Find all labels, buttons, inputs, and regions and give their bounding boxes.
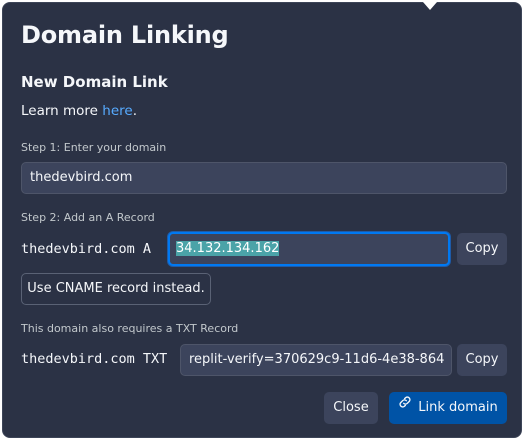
- learn-more-link[interactable]: here: [102, 103, 132, 119]
- domain-linking-dialog: Domain Linking New Domain Link Learn mor…: [2, 2, 522, 438]
- txt-record-name: thedevbird.com TXT: [21, 351, 168, 367]
- copy-a-record-button[interactable]: Copy: [457, 233, 507, 265]
- close-button[interactable]: Close: [324, 392, 378, 424]
- popover-caret: [423, 2, 437, 10]
- a-record-value-selection: 34.132.134.162: [176, 241, 280, 256]
- a-record-name: thedevbird.com A: [21, 241, 152, 257]
- copy-txt-record-button[interactable]: Copy: [457, 344, 507, 376]
- use-cname-button[interactable]: Use CNAME record instead.: [21, 273, 211, 305]
- learn-more-period: .: [132, 103, 138, 119]
- section-title: New Domain Link: [21, 73, 168, 91]
- link-domain-label: Link domain: [418, 400, 498, 415]
- dialog-title: Domain Linking: [21, 21, 229, 49]
- link-domain-button[interactable]: Link domain: [389, 392, 507, 424]
- txt-record-value-field[interactable]: replit-verify=370629c9-11d6-4e38-864: [180, 344, 452, 376]
- learn-more-text: Learn more here.: [21, 103, 137, 119]
- domain-input[interactable]: thedevbird.com: [21, 162, 507, 194]
- step1-label: Step 1: Enter your domain: [21, 141, 167, 154]
- step2-label: Step 2: Add an A Record: [21, 211, 155, 224]
- learn-more-prefix: Learn more: [21, 103, 103, 119]
- link-icon: [398, 391, 412, 421]
- txt-record-label: This domain also requires a TXT Record: [21, 322, 239, 335]
- a-record-value-field[interactable]: 34.132.134.162: [168, 232, 450, 266]
